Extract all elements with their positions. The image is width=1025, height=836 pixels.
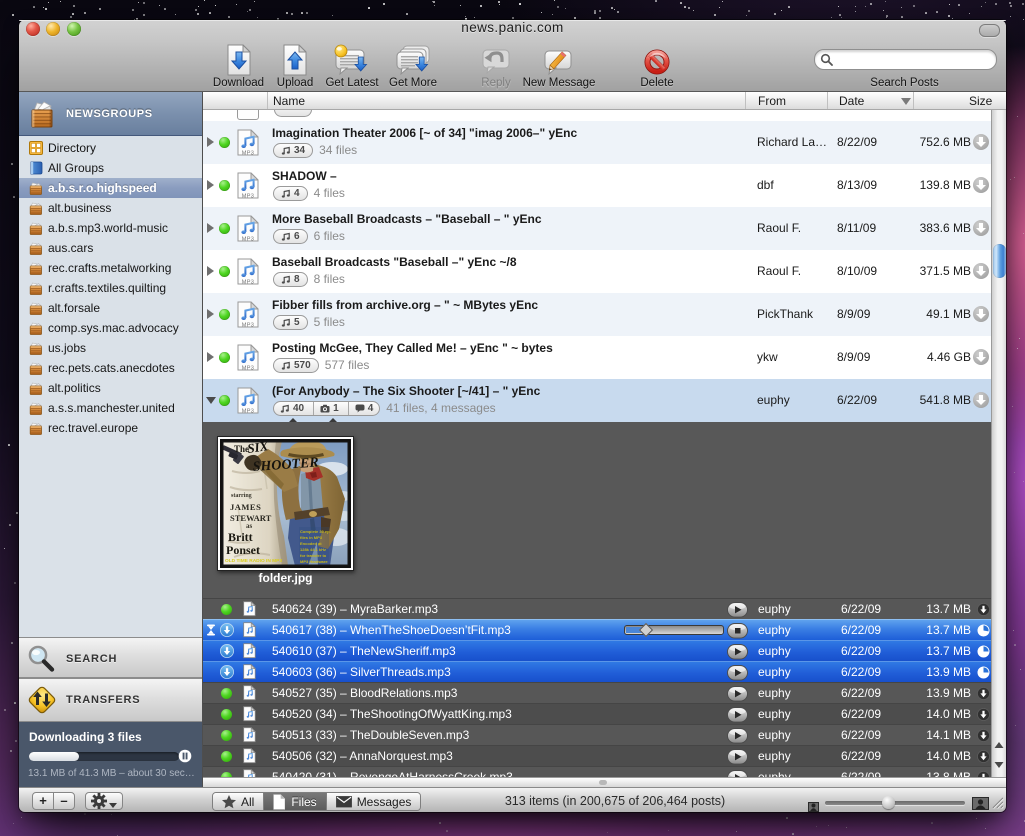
svg-text:Encoded at: Encoded at [300,541,322,546]
svg-text:JAMES: JAMES [230,502,261,512]
svg-text:OLD TIME RADIO IN MP3: OLD TIME RADIO IN MP3 [225,558,282,564]
svg-text:128k 44.1 kHz: 128k 44.1 kHz [300,547,326,552]
svg-text:for transfer to: for transfer to [300,553,327,558]
svg-text:MP3: MP3 [242,409,254,414]
svg-text:files in MP3: files in MP3 [300,535,323,540]
svg-text:MP3: MP3 [242,280,254,285]
svg-text:MP3: MP3 [242,194,254,199]
svg-text:MP3: MP3 [242,323,254,328]
svg-text:Complete 39 ep.: Complete 39 ep. [300,529,331,534]
svg-text:Ponset: Ponset [226,543,260,557]
svg-text:as: as [246,522,253,530]
svg-text:Britt: Britt [228,530,253,544]
svg-text:MP3: MP3 [242,151,254,156]
svg-text:MP3: MP3 [242,237,254,242]
svg-text:starring: starring [231,493,252,499]
svg-text:MP3: MP3 [242,366,254,371]
svg-text:MP3 Hardware: MP3 Hardware [300,559,328,564]
